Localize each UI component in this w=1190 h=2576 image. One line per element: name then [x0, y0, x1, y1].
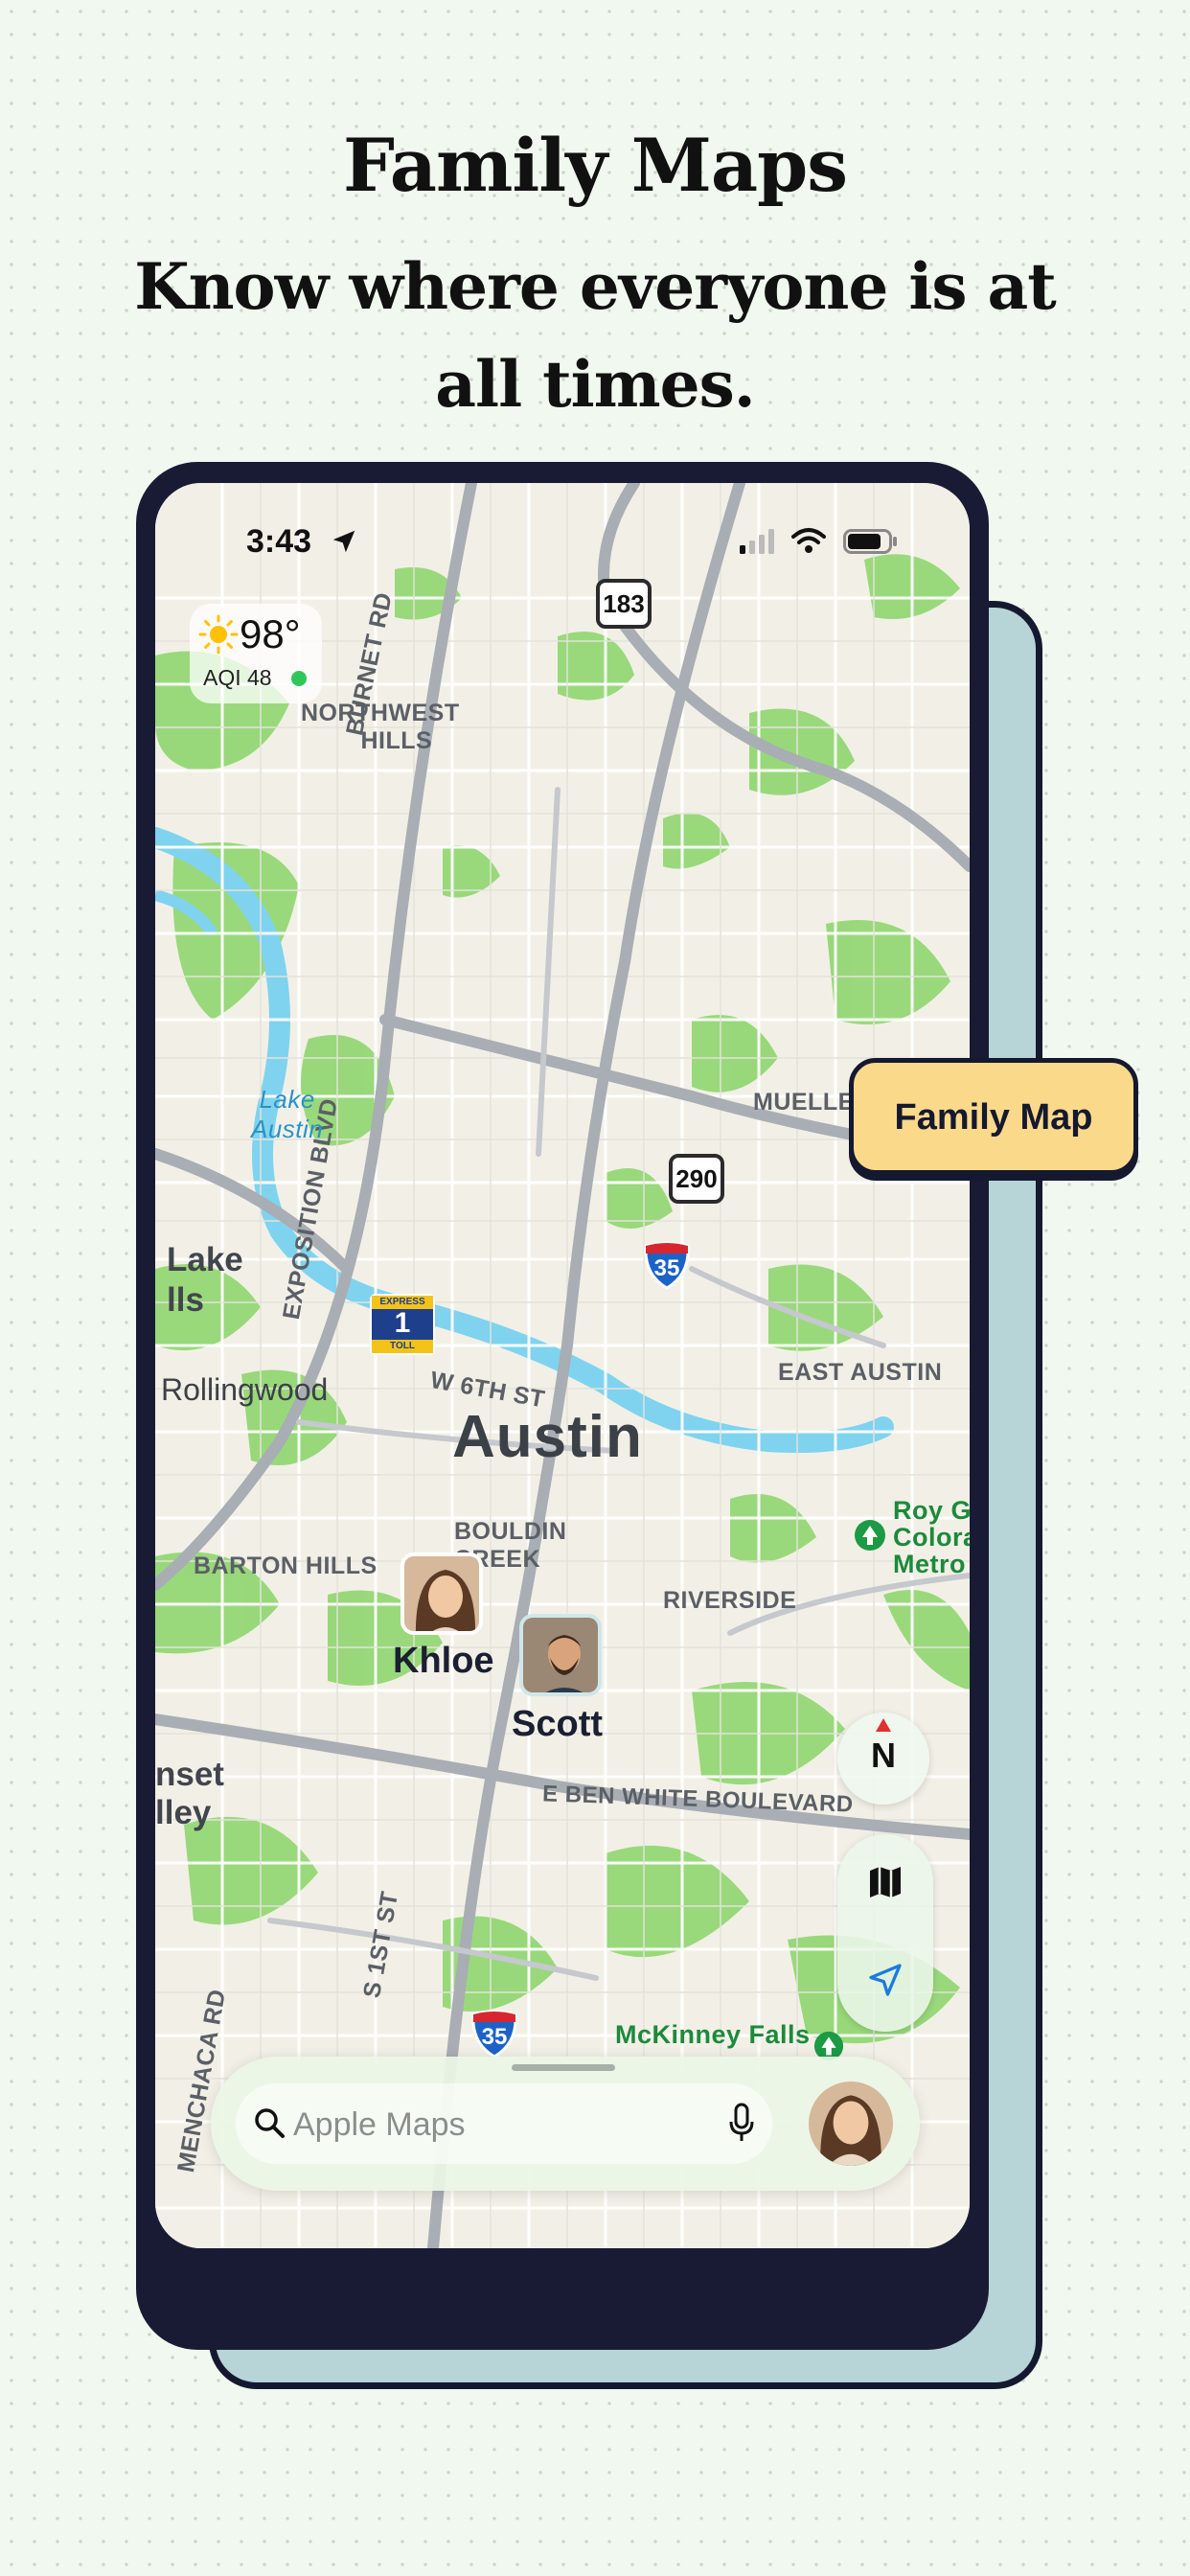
location-arrow-icon[interactable] — [866, 1961, 904, 1999]
search-panel: Apple Maps — [211, 2057, 920, 2191]
weather-aqi: AQI 48 — [203, 665, 272, 690]
profile-avatar[interactable] — [809, 2082, 893, 2166]
us290-shield: 290 — [669, 1154, 724, 1204]
label-mueller: MUELLE — [753, 1089, 855, 1116]
headline-title: Family Maps — [342, 123, 848, 208]
headline-subtitle: Know where everyone is at all times. — [134, 249, 1057, 422]
compass-button[interactable]: N — [837, 1713, 929, 1805]
us183-shield: 183 — [596, 579, 652, 629]
scott-name: Scott — [512, 1704, 603, 1744]
wifi-icon — [791, 528, 826, 553]
label-west-lake-hills: Lake lls — [167, 1241, 243, 1319]
family-map-label: Family Map — [894, 1097, 1093, 1138]
status-bar: 3:43 — [155, 523, 970, 565]
label-mckinney-falls: McKinney Falls — [615, 2020, 811, 2049]
park-pin-icon — [855, 1520, 885, 1551]
search-input[interactable]: Apple Maps — [236, 2083, 772, 2164]
weather-temperature: 98° — [240, 611, 301, 656]
label-lake-austin: Lake Austin — [251, 1085, 324, 1143]
label-city-austin: Austin — [452, 1404, 643, 1470]
microphone-icon[interactable] — [728, 2103, 755, 2143]
label-roy-g-guerrero: Roy G Colora Metro — [893, 1496, 970, 1578]
family-map-tag: Family Map — [849, 1058, 1138, 1175]
label-sunset-valley: nset lley — [155, 1756, 224, 1831]
map-controls — [837, 1834, 933, 2032]
i35-south-number: 35 — [481, 2024, 508, 2050]
status-time: 3:43 — [246, 523, 312, 560]
i35-north-shield: 35 — [642, 1240, 692, 1290]
map-icon[interactable] — [866, 1863, 904, 1901]
search-placeholder: Apple Maps — [293, 2106, 466, 2143]
battery-icon — [843, 529, 897, 554]
toll-express-shield: EXPRESS 1 TOLL — [370, 1294, 435, 1355]
label-east-austin: EAST AUSTIN — [778, 1359, 943, 1386]
scott-avatar[interactable] — [519, 1614, 602, 1696]
location-arrow-icon — [332, 530, 355, 553]
label-riverside: RIVERSIDE — [663, 1587, 797, 1614]
sun-icon — [198, 614, 239, 655]
sheet-grabber[interactable] — [512, 2064, 615, 2071]
label-northwest-hills: NORTHWEST HILLS — [301, 700, 460, 754]
map-screen[interactable]: 3:43 98° AQI 48 NORTHWEST HILLS BURNET R… — [155, 483, 970, 2248]
search-icon — [255, 2108, 285, 2138]
compass-arrow-icon — [876, 1718, 891, 1732]
cellular-signal-icon — [740, 529, 774, 554]
weather-widget[interactable]: 98° AQI 48 — [190, 604, 322, 703]
khloe-name: Khloe — [393, 1641, 494, 1681]
aqi-status-dot — [291, 671, 307, 686]
label-rollingwood: Rollingwood — [161, 1372, 329, 1407]
khloe-avatar[interactable] — [400, 1552, 483, 1635]
i35-south-shield: 35 — [469, 2009, 519, 2058]
label-barton-hills: BARTON HILLS — [194, 1552, 378, 1579]
compass-north-label: N — [871, 1736, 896, 1775]
i35-north-number: 35 — [653, 1255, 680, 1281]
